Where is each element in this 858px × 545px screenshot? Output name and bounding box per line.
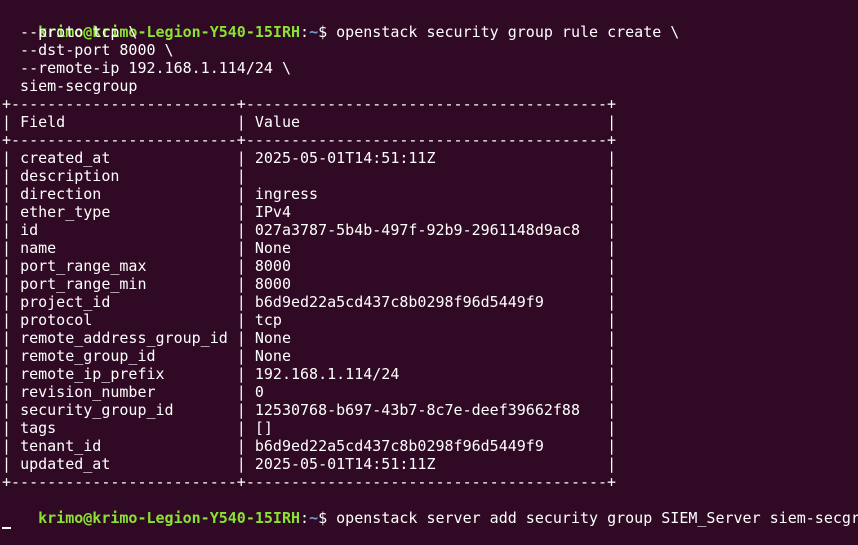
table-cell-value: 2025-05-01T14:51:11Z [254,149,436,167]
table-row: | project_id | b6d9ed22a5cd437c8b0298f96… [2,293,617,311]
table-cell-field: ether_type [20,203,111,221]
table-row: | protocol | tcp | [2,311,617,329]
table-cell-value: 027a3787-5b4b-497f-92b9-2961148d9ac8 [254,221,580,239]
table-cell-value: 192.168.1.114/24 [254,365,400,383]
table-cell-value: b6d9ed22a5cd437c8b0298f96d5449f9 [254,293,544,311]
table-cell-field: protocol [20,311,93,329]
table-cell-field: remote_address_group_id [20,329,228,347]
table-cell-value: 8000 [254,257,291,275]
table-cell-value: IPv4 [254,203,291,221]
table-cell-field: name [20,239,57,257]
table-cell-value: None [254,329,291,347]
table-border-top: +-------------------------+-------------… [2,95,617,113]
table-row: | remote_ip_prefix | 192.168.1.114/24 | [2,365,617,383]
table-row: | remote_address_group_id | None | [2,329,617,347]
prompt-symbol: $ [318,509,337,527]
table-cell-value: 0 [254,383,264,401]
table-cell-value: ingress [254,185,319,203]
table-row: | id | 027a3787-5b4b-497f-92b9-2961148d9… [2,221,617,239]
prompt-separator: : [300,509,310,527]
command-text-line-2: openstack server add security group SIEM… [336,509,858,527]
table-cell-field: remote_group_id [20,347,156,365]
table-row: | security_group_id | 12530768-b697-43b7… [2,401,617,419]
output-table: +-------------------------+-------------… [2,95,858,491]
command-text-line-1: openstack security group rule create \ [336,23,680,41]
command-continuation-4: --remote-ip 192.168.1.114/24 \ [2,59,291,77]
table-cell-field: updated_at [20,455,111,473]
table-cell-field: description [20,167,120,185]
table-row: | updated_at | 2025-05-01T14:51:11Z | [2,455,617,473]
table-row: | port_range_min | 8000 | [2,275,617,293]
table-row: | name | None | [2,239,617,257]
table-row: | ether_type | IPv4 | [2,203,617,221]
table-cell-field: tags [20,419,57,437]
table-row: | direction | ingress | [2,185,617,203]
prompt-path: ~ [309,23,319,41]
table-cell-field: port_range_min [20,275,147,293]
table-cell-value: 2025-05-01T14:51:11Z [254,455,436,473]
table-row: | remote_group_id | None | [2,347,617,365]
table-row: | revision_number | 0 | [2,383,617,401]
table-cell-field: id [20,221,39,239]
table-cell-field: remote_ip_prefix [20,365,165,383]
table-cell-field: direction [20,185,102,203]
table-cell-field: security_group_id [20,401,174,419]
table-border-bottom: +-------------------------+-------------… [2,473,617,491]
command-line-1: krimo@krimo-Legion-Y540-15IRH:~$ opensta… [2,5,858,41]
table-row: | tenant_id | b6d9ed22a5cd437c8b0298f96d… [2,437,617,455]
table-row: | created_at | 2025-05-01T14:51:11Z | [2,149,617,167]
table-cell-field: port_range_max [20,257,147,275]
table-border-header: +-------------------------+-------------… [2,131,617,149]
table-row: | tags | [] | [2,419,617,437]
table-cell-value: [] [254,419,273,437]
prompt-symbol: $ [318,23,337,41]
table-row: | port_range_max | 8000 | [2,257,617,275]
command-continuation-3: --dst-port 8000 \ [2,41,174,59]
table-cell-value: 12530768-b697-43b7-8c7e-deef39662f88 [254,401,580,419]
table-cell-field: tenant_id [20,437,102,455]
table-header-row: | Field | Value | [2,113,617,131]
table-cell-value: Value [254,113,301,131]
table-cell-value: 8000 [254,275,291,293]
prompt-user-host: krimo@krimo-Legion-Y540-15IRH [38,509,301,527]
command-continuation-5: siem-secgroup [2,77,138,95]
table-cell-field: project_id [20,293,111,311]
table-row: | description | | [2,167,617,185]
table-cell-field: Field [20,113,66,131]
prompt-separator: : [300,23,310,41]
terminal-window[interactable]: krimo@krimo-Legion-Y540-15IRH:~$ opensta… [2,5,858,529]
table-cell-value: None [254,239,291,257]
table-cell-value: None [254,347,291,365]
table-cell-value: tcp [254,311,282,329]
text-cursor [2,527,11,529]
table-cell-field: revision_number [20,383,156,401]
prompt-path: ~ [309,509,319,527]
command-line-2[interactable]: krimo@krimo-Legion-Y540-15IRH:~$ opensta… [2,491,858,527]
table-cell-field: created_at [20,149,111,167]
table-cell-value: b6d9ed22a5cd437c8b0298f96d5449f9 [254,437,544,455]
